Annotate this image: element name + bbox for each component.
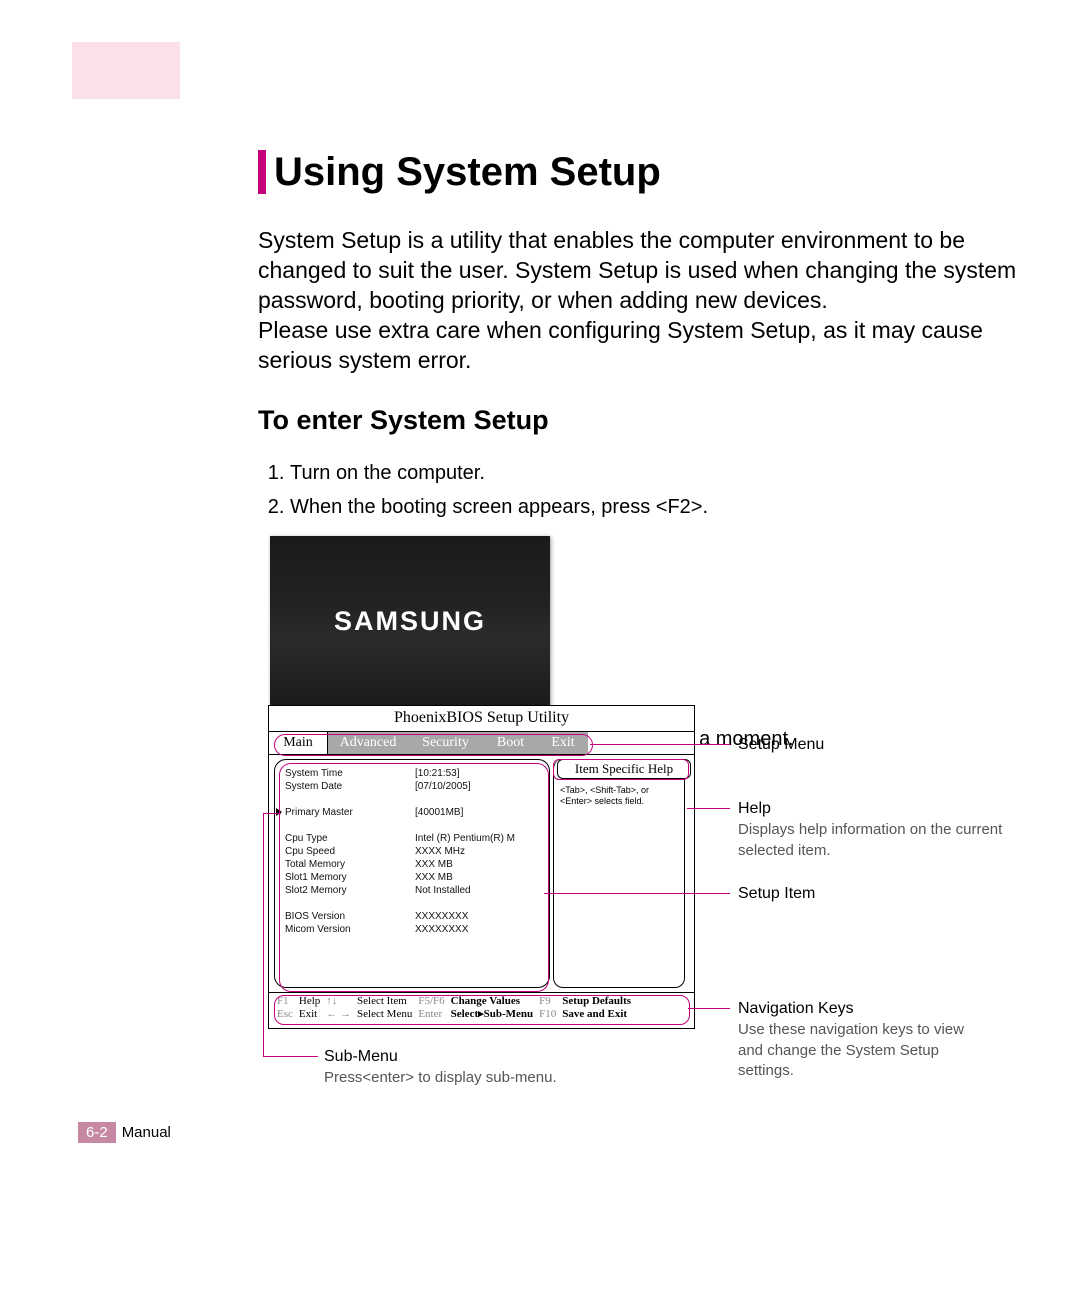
sub-heading: To enter System Setup [258,405,1018,436]
tab-security: Security [408,732,483,754]
intro-paragraph: System Setup is a utility that enables t… [258,226,1018,375]
tab-main: Main [269,732,328,754]
callout-help: Help Displays help information on the cu… [738,799,1028,861]
side-decoration [72,42,180,99]
tab-exit: Exit [538,732,588,754]
callout-setup-menu: Setup Menu [738,735,824,756]
bios-help-title: Item Specific Help [557,759,691,779]
boot-logo-text: SAMSUNG [334,606,486,637]
bios-title: PhoenixBIOS Setup Utility [269,706,694,731]
bios-nav-keys: F1Help↑↓Select ItemF5/F6Change ValuesF9S… [269,992,694,1026]
bios-item-table: System Time[10:21:53]System Date[07/10/2… [285,768,515,937]
bios-screenshot: PhoenixBIOS Setup Utility Main Advanced … [268,705,695,1029]
boot-screen-graphic: SAMSUNG [270,536,550,706]
bios-menu-tabs: Main Advanced Security Boot Exit [269,731,694,755]
tab-advanced: Advanced [328,732,408,754]
callout-setup-item: Setup Item [738,884,815,905]
page-number-footer: 6-2Manual [78,1122,171,1143]
callout-nav-keys: Navigation Keys Use these navigation key… [738,999,983,1082]
step-1: Turn on the computer. [290,458,1018,488]
tab-boot: Boot [483,732,538,754]
page-heading: Using System Setup [258,150,1018,194]
step-2: When the booting screen appears, press <… [290,492,1018,522]
callout-submenu: Sub-Menu Press<enter> to display sub-men… [324,1047,557,1089]
